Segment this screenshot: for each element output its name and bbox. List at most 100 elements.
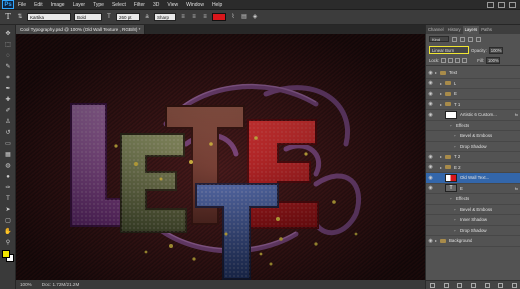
tab-layers[interactable]: Layers [462,26,480,34]
dodge-tool-icon[interactable]: ● [2,172,14,182]
layer-row[interactable]: ◉ ▸ E 2 [426,163,520,173]
eye-icon[interactable]: ◉ [426,80,435,86]
type-tool-icon[interactable]: T [2,194,14,204]
text-color-swatch[interactable] [212,13,226,21]
lock-pixels-icon[interactable] [448,58,454,63]
brush-tool-icon[interactable]: ✐ [2,106,14,116]
new-group-icon[interactable] [484,282,490,288]
layer-row[interactable]: ◉ ▸ T 2 [426,152,520,163]
document-tab[interactable]: Cool Typography.psd @ 100% (Old Wall Tex… [16,25,146,34]
lock-transparency-icon[interactable] [441,58,447,63]
filter-pixel-icon[interactable] [452,36,457,42]
zoom-tool-icon[interactable]: ⚲ [2,238,14,248]
layer-row[interactable]: ◦ Drop Shadow [426,226,520,236]
orientation-toggle-icon[interactable]: ⇅ [16,13,24,21]
opacity-field[interactable]: 100% [488,46,503,54]
eraser-tool-icon[interactable]: ▭ [2,139,14,149]
link-layers-icon[interactable] [430,282,436,288]
layer-row[interactable]: ◉ ▸ L [426,79,520,89]
layer-row[interactable]: ◉ ▸ Text [426,68,520,79]
lasso-tool-icon[interactable]: ◌ [2,51,14,61]
type-tool-icon[interactable]: T [3,12,13,22]
eye-icon[interactable]: ◉ [426,185,435,191]
filter-type-icon[interactable] [468,36,473,42]
font-family-field[interactable]: Kartika [27,13,71,21]
eye-icon[interactable]: ◉ [426,175,435,181]
healing-brush-tool-icon[interactable]: ✚ [2,95,14,105]
layer-row[interactable]: ◦ Bevel & Emboss [426,131,520,142]
zoom-level[interactable]: 100% [20,282,32,287]
eye-icon[interactable]: ◉ [426,91,435,97]
add-style-icon[interactable] [443,282,449,288]
adjustment-layer-icon[interactable] [470,282,476,288]
lock-position-icon[interactable] [455,58,461,63]
font-style-field[interactable]: Bold [74,13,102,21]
menu-type[interactable]: Type [89,0,108,10]
lock-all-icon[interactable] [462,58,468,63]
layer-row[interactable]: ◦ Effects [426,121,520,131]
layer-row[interactable]: ◉ ▸ T 1 [426,100,520,110]
clone-stamp-tool-icon[interactable]: ♙ [2,117,14,127]
menu-filter[interactable]: Filter [130,0,149,10]
eye-icon[interactable]: ◉ [426,112,435,118]
new-layer-icon[interactable] [498,282,504,288]
tab-history[interactable]: History [446,26,463,34]
layer-row[interactable]: ◦ Effects [426,194,520,205]
layer-row[interactable]: ◦ Drop Shadow [426,142,520,152]
eye-icon[interactable]: ◉ [426,164,435,170]
fill-field[interactable]: 100% [485,57,500,64]
menu-window[interactable]: Window [182,0,208,10]
foreground-color-swatch[interactable] [2,250,10,258]
history-brush-tool-icon[interactable]: ↺ [2,128,14,138]
close-icon[interactable] [509,1,516,8]
color-swatches[interactable] [2,250,14,262]
filter-kind-select[interactable]: Kind [429,36,449,42]
menu-edit[interactable]: Edit [30,0,47,10]
trash-icon[interactable] [511,282,517,288]
align-left-icon[interactable]: ≡ [179,13,187,21]
gradient-tool-icon[interactable]: ▦ [2,150,14,160]
menu-layer[interactable]: Layer [69,0,90,10]
character-panel-icon[interactable]: ▤ [240,13,248,21]
menu-3d[interactable]: 3D [149,0,163,10]
maximize-icon[interactable] [498,1,505,8]
layer-row[interactable]: ◦ Inner Shadow [426,215,520,226]
marquee-tool-icon[interactable]: ⬚ [2,40,14,50]
quick-select-tool-icon[interactable]: ✎ [2,62,14,72]
menu-file[interactable]: File [14,0,30,10]
menu-help[interactable]: Help [208,0,226,10]
align-right-icon[interactable]: ≡ [201,13,209,21]
canvas[interactable] [16,34,425,280]
crop-tool-icon[interactable]: ⌗ [2,73,14,83]
eye-icon[interactable]: ◉ [426,101,435,107]
eye-icon[interactable]: ◉ [426,70,435,76]
layer-row[interactable]: ◦ Bevel & Emboss [426,205,520,215]
layer-row[interactable]: ◉ ▸ Background [426,236,520,247]
warp-text-icon[interactable]: ⌇ [229,13,237,21]
eye-icon[interactable]: ◉ [426,154,435,160]
font-size-field[interactable]: 260 pt [116,13,140,21]
minimize-icon[interactable] [487,1,494,8]
menu-select[interactable]: Select [108,0,130,10]
layer-row[interactable]: ◉ ▸ E [426,89,520,100]
antialias-field[interactable]: Sharp [154,13,176,21]
shape-tool-icon[interactable]: ▢ [2,216,14,226]
hand-tool-icon[interactable]: ✋ [2,227,14,237]
layer-row[interactable]: ◉ Artistic 6 Custom... fx [426,110,520,121]
filter-adjustment-icon[interactable] [460,36,465,42]
blur-tool-icon[interactable]: ◍ [2,161,14,171]
fx-badge[interactable]: fx [515,112,518,117]
menu-view[interactable]: View [163,0,182,10]
tab-channel[interactable]: Channel [426,26,446,34]
menu-image[interactable]: Image [47,0,69,10]
align-center-icon[interactable]: ≡ [190,13,198,21]
move-tool-icon[interactable]: ✥ [2,29,14,39]
add-mask-icon[interactable] [457,282,463,288]
tab-paths[interactable]: Paths [479,26,494,34]
blend-mode-select[interactable]: Linear Burn [429,46,469,54]
3d-icon[interactable]: ◈ [251,13,259,21]
path-select-tool-icon[interactable]: ➤ [2,205,14,215]
eyedropper-tool-icon[interactable]: ✒ [2,84,14,94]
fx-badge[interactable]: fx [515,186,518,191]
pen-tool-icon[interactable]: ✑ [2,183,14,193]
